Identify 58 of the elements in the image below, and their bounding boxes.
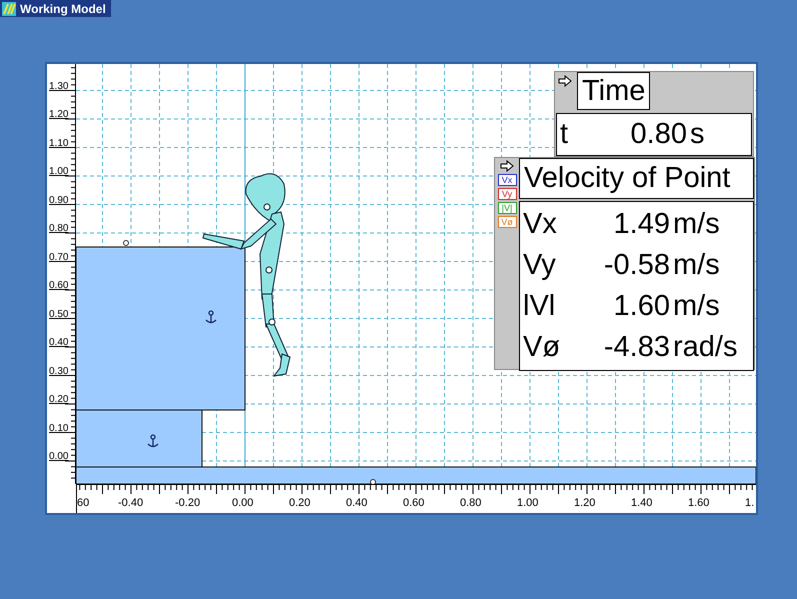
arrow-icon[interactable] <box>500 160 514 172</box>
ruler-label: 1.20 <box>49 110 68 120</box>
ruler-label: 0.30 <box>49 366 68 376</box>
ruler-label: 60 <box>77 498 90 509</box>
ruler-label: 0.00 <box>232 498 254 509</box>
meter-title: Velocity of Point <box>519 158 754 199</box>
meter-unit: rad/s <box>672 333 738 362</box>
ruler-label: 0.70 <box>49 252 68 262</box>
anchor-icon <box>147 434 159 448</box>
meter-value: 1.49 <box>612 210 670 239</box>
ruler-label: 0.20 <box>289 498 310 509</box>
ruler-label: 0.60 <box>49 281 68 291</box>
meter-label: Vø <box>522 333 562 362</box>
ruler-label: 1.00 <box>517 498 538 509</box>
point-marker[interactable] <box>370 479 376 484</box>
ruler-label: 0.80 <box>460 498 482 509</box>
point-marker[interactable] <box>123 240 129 246</box>
ruler-label: 1.00 <box>49 167 68 177</box>
time-meter[interactable]: Time t 0.80s <box>554 71 754 157</box>
window-title: Working Model <box>20 2 106 14</box>
ruler-label: 0.40 <box>346 498 368 509</box>
ruler-label: -0.40 <box>118 498 144 509</box>
ruler-label: -0.20 <box>175 498 200 509</box>
robot-figure-drawing[interactable] <box>202 173 291 377</box>
meter-unit: s <box>689 120 704 149</box>
meter-value: 1.60 <box>612 292 670 321</box>
ruler-label: 1.30 <box>49 82 68 92</box>
ruler-label: 1. <box>745 498 754 509</box>
meter-unit: m/s <box>672 292 720 321</box>
ruler-label: 1.10 <box>49 138 68 148</box>
meter-label: t <box>559 120 570 149</box>
ruler-label: 0.00 <box>49 452 68 462</box>
ruler-label: 0.90 <box>49 196 68 206</box>
meter-value: -4.83 <box>602 333 670 362</box>
ruler-label: 0.40 <box>49 338 68 348</box>
arrow-icon[interactable] <box>558 75 572 87</box>
ruler-label: 0.10 <box>49 424 68 434</box>
ruler-label: 0.80 <box>49 224 68 234</box>
floor-block[interactable] <box>76 466 756 484</box>
app-logo-icon <box>2 2 16 16</box>
legend-toggle[interactable]: Vy <box>498 188 516 200</box>
anchor-icon <box>205 310 217 324</box>
meter-label: Vy <box>522 251 557 280</box>
meter-value: 0.80 <box>630 120 687 149</box>
ruler-label: 1.20 <box>574 498 596 509</box>
ruler-label: 1.60 <box>688 498 710 509</box>
ruler-label: 0.50 <box>49 310 68 320</box>
meter-value: -0.58 <box>602 251 670 280</box>
ruler-label: 1.40 <box>631 498 652 509</box>
velocity-meter[interactable]: Vx Vy |V| Vø Velocity of Point Vx 1.49 m/s Vy -0.58 m/s lVl 1.60 m/s Vø -4.83 rad/s <box>494 157 755 370</box>
meter-label: lVl <box>522 292 556 321</box>
legend-toggle[interactable]: Vx <box>498 174 516 186</box>
meter-unit: m/s <box>672 210 720 239</box>
meter-label: Vx <box>522 210 558 239</box>
meter-title: Time <box>577 72 650 110</box>
ruler-label: 0.60 <box>403 498 424 509</box>
meter-unit: m/s <box>672 251 720 280</box>
ruler-label: 0.20 <box>49 395 68 405</box>
